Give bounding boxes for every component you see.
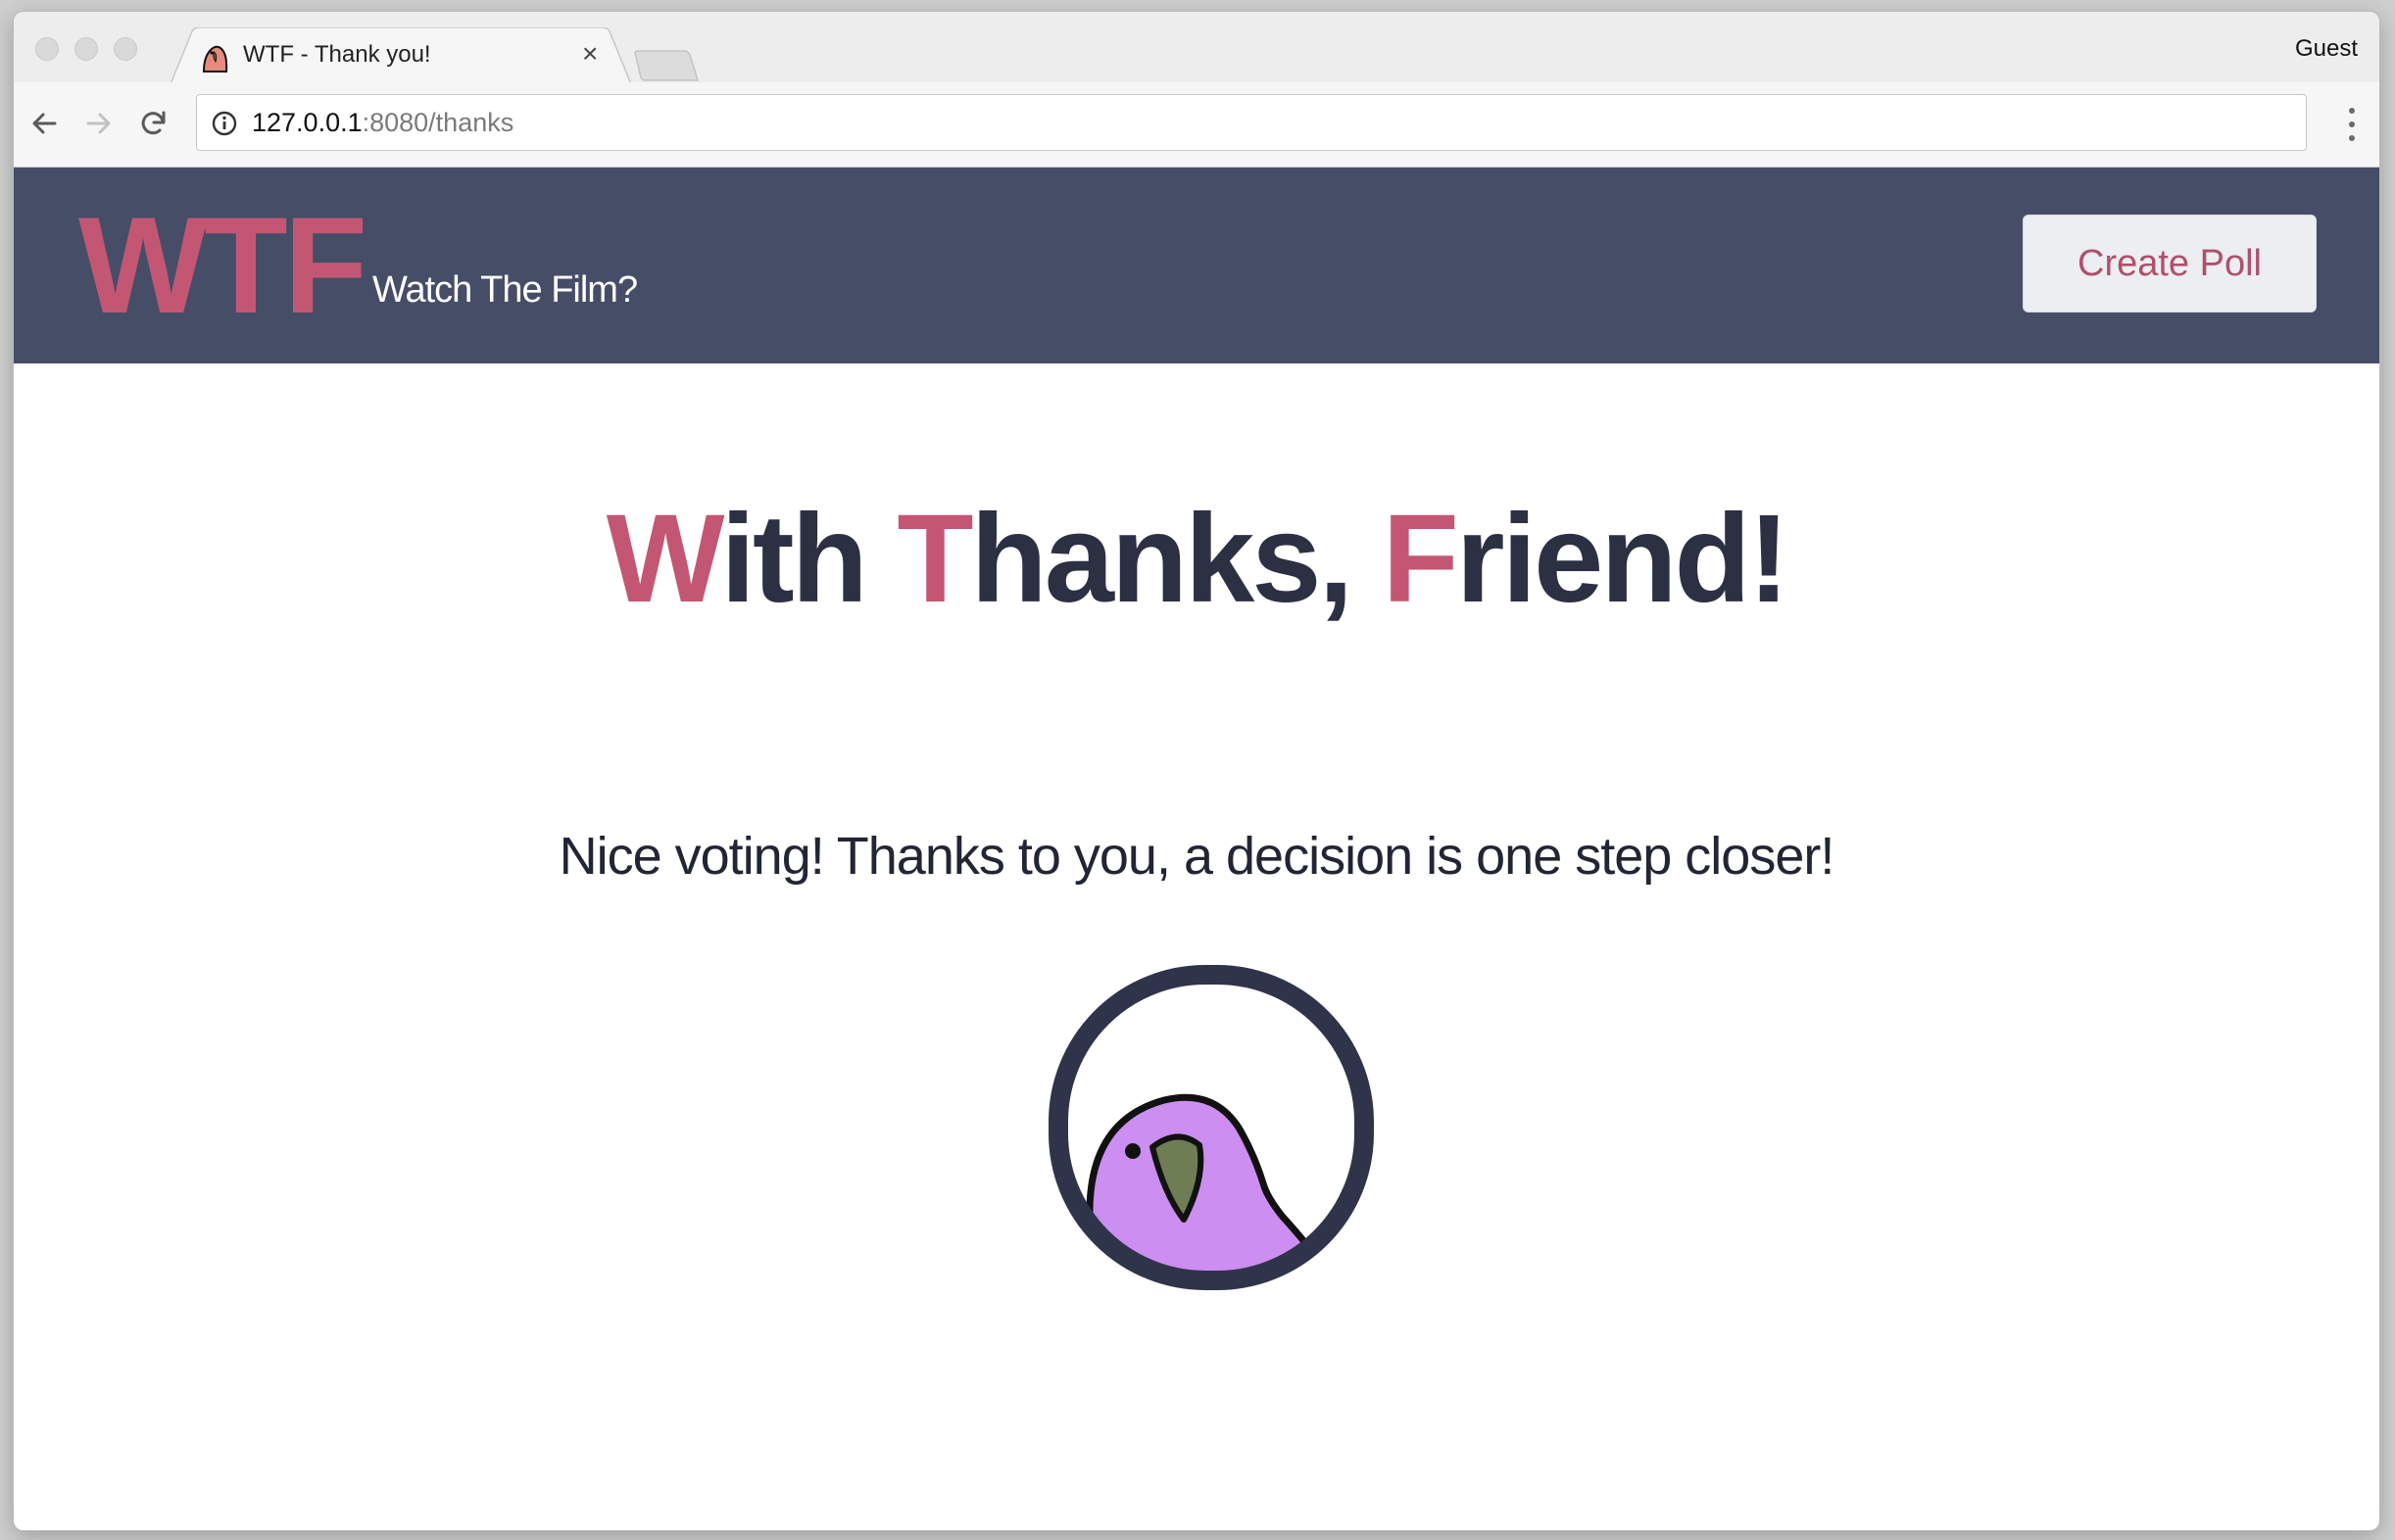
- back-arrow-icon[interactable]: [25, 104, 65, 143]
- browser-toolbar: 127.0.0.1:8080/thanks: [14, 82, 2379, 168]
- tab-active[interactable]: WTF - Thank you! ×: [171, 27, 631, 84]
- address-bar[interactable]: 127.0.0.1:8080/thanks: [196, 94, 2307, 151]
- forward-arrow-icon[interactable]: [78, 104, 118, 143]
- url-text[interactable]: 127.0.0.1:8080/thanks: [252, 108, 513, 138]
- browser-window: WTF - Thank you! × Guest 127.0.0.1:8080/…: [14, 12, 2379, 1530]
- create-poll-button[interactable]: Create Poll: [2023, 215, 2317, 313]
- window-close-dot[interactable]: [35, 37, 59, 61]
- url-host: 127.0.0.1: [252, 108, 363, 137]
- title-accent-w: W: [606, 489, 724, 629]
- page-subtitle: Nice voting! Thanks to you, a decision i…: [559, 827, 1835, 886]
- web-page: WTF Watch The Film? Create Poll With Tha…: [14, 168, 2379, 1530]
- tab-strip: WTF - Thank you! × Guest: [14, 12, 2379, 84]
- reload-icon[interactable]: [133, 104, 172, 143]
- party-parrot-image: [1049, 965, 1374, 1290]
- parrot-favicon-icon: [202, 45, 228, 72]
- tab-close-icon[interactable]: ×: [582, 39, 598, 69]
- menu-dots-icon[interactable]: [2346, 104, 2358, 145]
- title-part-ith: ith: [720, 489, 898, 629]
- page-title: With Thanks, Friend!: [14, 481, 2379, 638]
- tab-title: WTF - Thank you!: [243, 41, 431, 68]
- site-header: WTF Watch The Film? Create Poll: [14, 168, 2379, 363]
- info-icon[interactable]: [211, 110, 238, 137]
- window-zoom-dot[interactable]: [114, 37, 137, 61]
- site-tagline: Watch The Film?: [372, 269, 638, 311]
- window-minimize-dot[interactable]: [74, 37, 98, 61]
- site-logo[interactable]: WTF: [78, 197, 367, 334]
- title-part-riend: riend!: [1455, 489, 1790, 629]
- title-accent-t: T: [897, 489, 973, 629]
- profile-label[interactable]: Guest: [2295, 35, 2358, 63]
- title-part-hanks: hanks,: [970, 489, 1383, 629]
- title-accent-f: F: [1382, 489, 1459, 629]
- new-tab-button[interactable]: [633, 41, 700, 84]
- url-path: :8080/thanks: [362, 108, 514, 137]
